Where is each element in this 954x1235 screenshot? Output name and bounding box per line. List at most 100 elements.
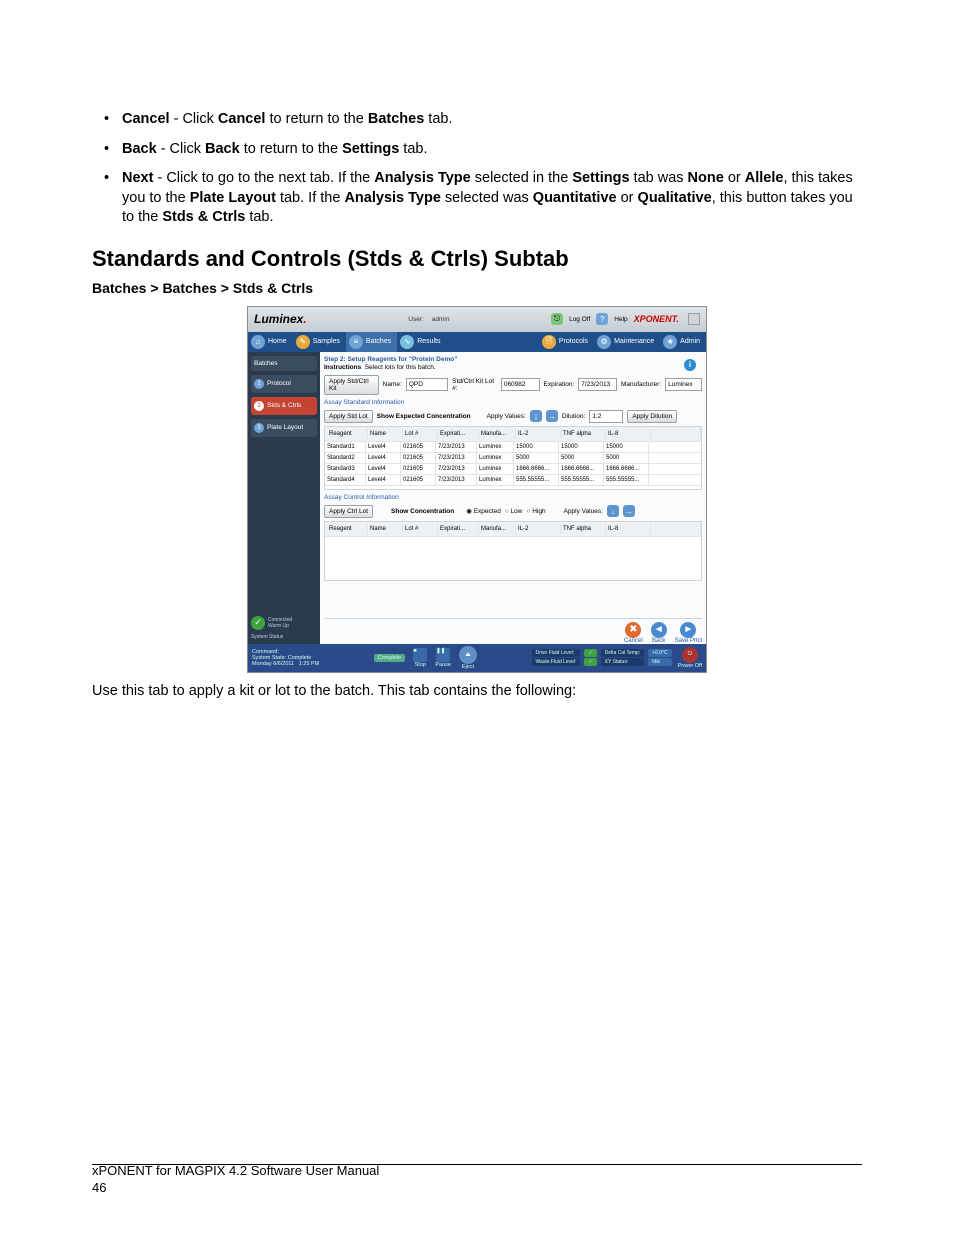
- nav-home[interactable]: ⌂Home: [248, 332, 293, 352]
- assay-standard-label: Assay Standard Information: [324, 399, 702, 406]
- next-button[interactable]: ►Save Prtcl: [675, 622, 702, 644]
- info-icon[interactable]: i: [684, 359, 696, 371]
- main-nav: ⌂Home ✎Samples ≡Batches ∿Results 🗎Protoc…: [248, 332, 706, 352]
- stop-icon: ■: [413, 648, 427, 662]
- xy-status-value: Idle: [648, 658, 671, 666]
- arrow-right-icon[interactable]: →: [623, 505, 635, 517]
- apply-values-label-2: Apply Values:: [564, 508, 603, 515]
- col-reagent: Reagent: [327, 524, 368, 534]
- col-name: Name: [368, 429, 403, 439]
- samples-icon: ✎: [296, 335, 310, 349]
- dilution-select[interactable]: 1:2: [589, 410, 623, 423]
- expiration-input[interactable]: 7/23/2013: [578, 378, 617, 391]
- pause-button[interactable]: ❚❚Pause: [435, 648, 451, 668]
- name-input[interactable]: QPD: [406, 378, 448, 391]
- arrow-right-icon[interactable]: →: [546, 410, 558, 422]
- radio-expected[interactable]: ◉ Expected: [466, 507, 501, 515]
- step-2-icon: 2: [254, 401, 264, 411]
- nav-protocols[interactable]: 🗎Protocols: [539, 332, 594, 352]
- waste-fluid-label: Waste Fluid Level:: [532, 658, 581, 666]
- delta-cal-value: +0.0°C: [648, 649, 671, 657]
- radio-low[interactable]: ○ Low: [505, 508, 523, 515]
- caption-text: Use this tab to apply a kit or lot to th…: [92, 683, 862, 699]
- waste-fluid-status: ✓: [584, 658, 596, 666]
- table-row[interactable]: Standard2Level40216057/23/2013Luminex500…: [325, 453, 701, 464]
- manufacturer-label: Manufacturer:: [621, 381, 661, 388]
- cancel-button[interactable]: ✖Cancel: [624, 622, 643, 644]
- radio-high[interactable]: ○ High: [527, 508, 546, 515]
- app-screenshot: Luminex. User: admin ⎋Log Off ?Help XPON…: [247, 306, 707, 673]
- bullet-cancel: Cancel - Click Cancel to return to the B…: [100, 110, 862, 130]
- assay-control-label: Assay Control Information: [324, 494, 702, 501]
- step-title: Step 2: Setup Reagents for "Protein Demo…: [324, 356, 702, 363]
- sidebar-batches[interactable]: Batches: [251, 356, 317, 371]
- power-off-button[interactable]: ⏻Power Off: [678, 647, 702, 669]
- nav-batches[interactable]: ≡Batches: [346, 332, 397, 352]
- table-row[interactable]: Standard3Level40216057/23/2013Luminex166…: [325, 464, 701, 475]
- user-label: User:: [408, 316, 424, 323]
- col-tnf: TNF alpha: [561, 524, 606, 534]
- help-icon[interactable]: ?: [596, 313, 608, 325]
- col-manufacturer: Manufa...: [479, 524, 516, 534]
- xy-status-label: XY Status:: [601, 658, 644, 666]
- col-lot: Lot #: [403, 429, 438, 439]
- apply-values-label: Apply Values:: [487, 413, 526, 420]
- eject-button[interactable]: ⏏Eject: [459, 646, 477, 670]
- logoff-icon[interactable]: ⎋: [551, 313, 563, 325]
- protocols-icon: 🗎: [542, 335, 556, 349]
- sidebar-stds-ctrls[interactable]: 2Stds & Ctrls: [251, 397, 317, 415]
- table-row[interactable]: Standard1Level40216057/23/2013Luminex150…: [325, 442, 701, 453]
- sidebar-plate-layout[interactable]: 3Plate Layout: [251, 419, 317, 437]
- col-il2: IL-2: [516, 524, 561, 534]
- maintenance-icon: ⚙: [597, 335, 611, 349]
- col-name: Name: [368, 524, 403, 534]
- status-complete: Complete: [374, 654, 406, 662]
- step-1-icon: 1: [254, 379, 264, 389]
- controls-table[interactable]: Reagent Name Lot # Expirati... Manufa...…: [324, 521, 702, 581]
- instructions: Instructions Select lots for this batch.: [324, 364, 702, 371]
- standards-table[interactable]: Reagent Name Lot # Expirati... Manufa...…: [324, 426, 702, 490]
- kit-lot-label: Std/Ctrl Kit Lot #:: [452, 378, 497, 392]
- main-panel: Step 2: Setup Reagents for "Protein Demo…: [320, 352, 706, 644]
- col-lot: Lot #: [403, 524, 438, 534]
- table-row[interactable]: Standard4Level40216057/23/2013Luminex555…: [325, 475, 701, 486]
- check-icon: ✓: [251, 616, 265, 630]
- nav-admin[interactable]: ★Admin: [660, 332, 706, 352]
- col-il8: IL-8: [606, 429, 651, 439]
- col-tnf: TNF alpha: [561, 429, 606, 439]
- expiration-label: Expiration:: [544, 381, 575, 388]
- results-icon: ∿: [400, 335, 414, 349]
- arrow-down-icon[interactable]: ↓: [530, 410, 542, 422]
- back-button[interactable]: ◄Back: [651, 622, 667, 644]
- col-expiration: Expirati...: [438, 524, 479, 534]
- product-logo: XPONENT.: [634, 314, 679, 324]
- eject-icon: ⏏: [459, 646, 477, 664]
- nav-results[interactable]: ∿Results: [397, 332, 446, 352]
- bullet-back: Back - Click Back to return to the Setti…: [100, 140, 862, 160]
- back-icon: ◄: [651, 622, 667, 638]
- brand-logo: Luminex.: [254, 312, 307, 326]
- nav-maintenance[interactable]: ⚙Maintenance: [594, 332, 660, 352]
- drive-fluid-status: ✓: [584, 649, 596, 657]
- logoff-button[interactable]: Log Off: [569, 316, 590, 323]
- connection-status: ✓ ConnectedWarm Up: [251, 616, 317, 630]
- name-label: Name:: [383, 381, 402, 388]
- arrow-down-icon[interactable]: ↓: [607, 505, 619, 517]
- next-icon: ►: [680, 622, 696, 638]
- stop-button[interactable]: ■Stop: [413, 648, 427, 668]
- help-button[interactable]: Help: [614, 316, 627, 323]
- sidebar-protocol[interactable]: 1Protocol: [251, 375, 317, 393]
- titlebar: Luminex. User: admin ⎋Log Off ?Help XPON…: [248, 307, 706, 332]
- window-control-icon[interactable]: [688, 313, 700, 325]
- apply-ctrl-lot-button[interactable]: Apply Ctrl Lot: [324, 505, 373, 518]
- batches-icon: ≡: [349, 335, 363, 349]
- system-status-label: System Status: [251, 634, 317, 640]
- apply-dilution-button[interactable]: Apply Dilution: [627, 410, 677, 423]
- manufacturer-input[interactable]: Luminex: [665, 378, 702, 391]
- kit-lot-input[interactable]: 060982: [501, 378, 540, 391]
- nav-samples[interactable]: ✎Samples: [293, 332, 346, 352]
- apply-std-lot-button[interactable]: Apply Std Lot: [324, 410, 373, 423]
- power-icon: ⏻: [682, 647, 698, 663]
- apply-kit-button[interactable]: Apply Std/Ctrl Kit: [324, 375, 379, 395]
- home-icon: ⌂: [251, 335, 265, 349]
